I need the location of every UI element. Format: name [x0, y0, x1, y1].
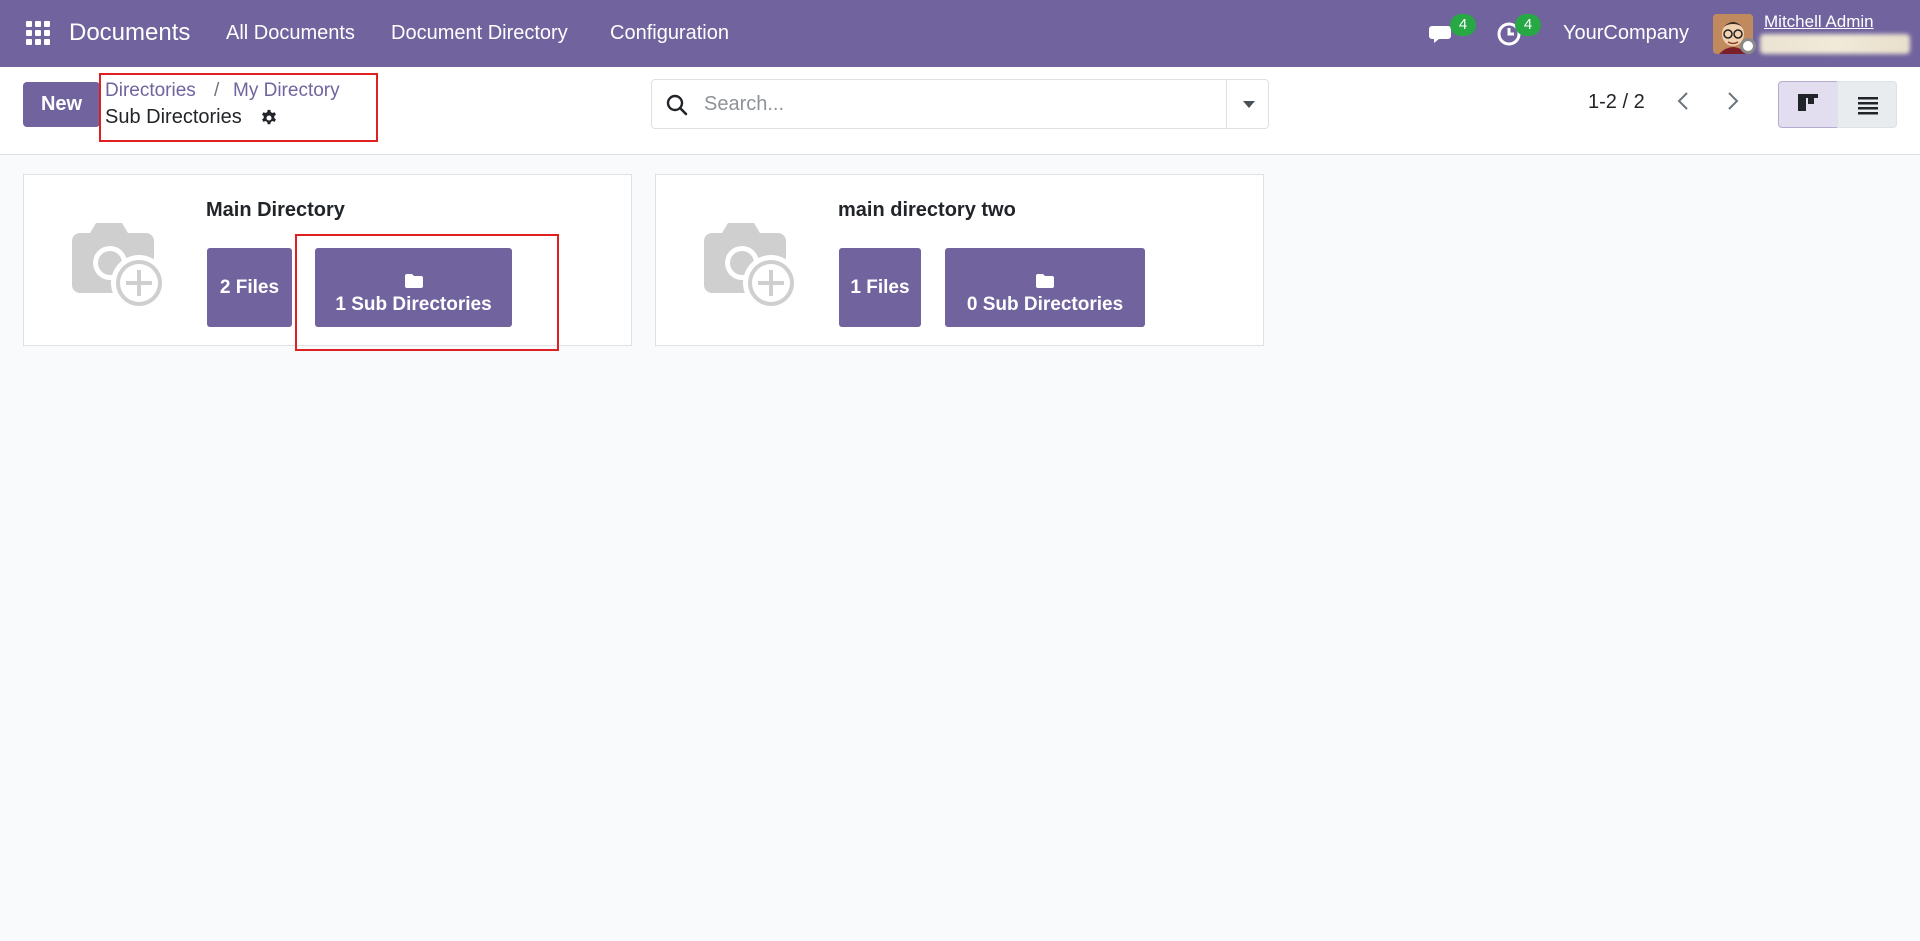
camera-placeholder-icon[interactable]: [52, 213, 170, 313]
menu-all-documents[interactable]: All Documents: [226, 22, 355, 45]
app-title[interactable]: Documents: [69, 19, 190, 47]
files-button-label: 1 Files: [850, 276, 910, 298]
company-switcher[interactable]: YourCompany: [1563, 22, 1689, 45]
pager-previous-icon[interactable]: [1672, 89, 1696, 113]
folder-icon: [1036, 273, 1054, 288]
kanban-view-icon: [1798, 94, 1818, 111]
messages-badge: 4: [1450, 14, 1476, 36]
files-button-label: 2 Files: [219, 276, 280, 298]
new-button[interactable]: New: [23, 82, 100, 127]
search-icon: [666, 94, 688, 116]
sub-directories-label: 0 Sub Directories: [966, 293, 1124, 315]
list-view-icon: [1858, 97, 1878, 115]
kanban-view-button[interactable]: [1778, 81, 1838, 128]
kanban-card-main-directory-two[interactable]: main directory two 1 Files 0 Sub Directo…: [655, 174, 1264, 346]
breadcrumb-highlight-box: [99, 73, 378, 142]
search-options-toggle[interactable]: [1226, 80, 1269, 128]
sub-directories-highlight-box: [295, 234, 559, 351]
control-panel: New Directories / My Directory Sub Direc…: [0, 67, 1920, 155]
files-button[interactable]: 2 Files: [207, 248, 292, 327]
pager-value[interactable]: 1-2 / 2: [1588, 91, 1645, 114]
menu-configuration[interactable]: Configuration: [610, 22, 729, 45]
user-menu[interactable]: Mitchell Admin: [1764, 12, 1874, 32]
top-navbar: Documents All Documents Document Directo…: [0, 0, 1920, 67]
sub-directories-button[interactable]: 0 Sub Directories: [945, 248, 1145, 327]
files-button[interactable]: 1 Files: [839, 248, 921, 327]
card-title: main directory two: [838, 199, 1016, 221]
redacted-database-name: [1760, 34, 1910, 54]
user-status-icon: [1740, 38, 1756, 54]
caret-down-icon: [1243, 101, 1255, 108]
camera-placeholder-icon[interactable]: [684, 213, 802, 313]
list-view-button[interactable]: [1837, 81, 1897, 128]
activities-badge: 4: [1515, 14, 1541, 36]
search-input[interactable]: [704, 88, 1204, 120]
pager-next-icon[interactable]: [1720, 89, 1744, 113]
search-bar: [651, 79, 1269, 129]
menu-document-directory[interactable]: Document Directory: [391, 22, 568, 45]
card-title: Main Directory: [206, 199, 345, 221]
app-menu-icon[interactable]: [26, 21, 50, 45]
